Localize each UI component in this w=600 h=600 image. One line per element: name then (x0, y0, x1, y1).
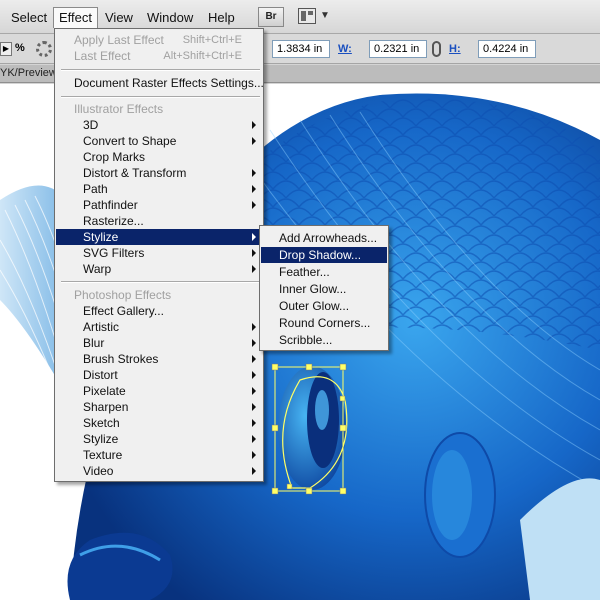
menu-item-label: Pathfinder (83, 198, 138, 212)
menu-window[interactable]: Window (142, 7, 198, 28)
apply-last-effect-label: Apply Last Effect (74, 33, 164, 47)
photoshop-effects-header: Photoshop Effects (74, 288, 172, 302)
effect-menu: Apply Last Effect Shift+Ctrl+E Last Effe… (54, 28, 264, 482)
menu-item-stylize[interactable]: Stylize (56, 229, 262, 245)
menu-item-distort[interactable]: Distort (56, 367, 262, 383)
menu-separator (61, 69, 260, 71)
menu-item-convert-to-shape[interactable]: Convert to Shape (56, 133, 262, 149)
menu-effect[interactable]: Effect (53, 7, 99, 28)
menu-item-label: Artistic (83, 320, 119, 334)
menu-item-distort-transform[interactable]: Distort & Transform (56, 165, 262, 181)
w-label[interactable]: W: (338, 43, 352, 55)
submenu-arrow-icon (252, 435, 256, 443)
stylize-submenu: Add Arrowheads... Drop Shadow... Feather… (259, 225, 389, 351)
last-effect-shortcut: Alt+Shift+Ctrl+E (163, 50, 242, 62)
menu-item-crop-marks[interactable]: Crop Marks (56, 149, 262, 165)
menu-item-texture[interactable]: Texture (56, 447, 262, 463)
menu-item-pixelate[interactable]: Pixelate (56, 383, 262, 399)
submenu-arrow-icon (252, 265, 256, 273)
menu-item-3d[interactable]: 3D (56, 117, 262, 133)
menu-item-sharpen[interactable]: Sharpen (56, 399, 262, 415)
submenu-arrow-icon (252, 451, 256, 459)
submenu-arrow-icon (252, 467, 256, 475)
menu-item-label: Effect Gallery... (83, 304, 164, 318)
menu-view[interactable]: View (100, 7, 138, 28)
apply-last-effect-shortcut: Shift+Ctrl+E (182, 34, 242, 46)
menu-item-label: Crop Marks (83, 150, 146, 164)
submenu-arrow-icon (252, 121, 256, 129)
submenu-arrow-icon (252, 387, 256, 395)
link-icon[interactable] (432, 41, 441, 57)
menu-item-blur[interactable]: Blur (56, 335, 262, 351)
h-field[interactable]: 0.4224 in (478, 40, 536, 58)
menu-item-label: Rasterize... (83, 214, 144, 228)
menu-separator (61, 96, 260, 98)
menu-item-label: Path (83, 182, 108, 196)
submenu-item-drop-shadow[interactable]: Drop Shadow... (261, 247, 387, 263)
menu-item-label: Blur (83, 336, 105, 350)
submenu-item-feather[interactable]: Feather... (261, 264, 387, 280)
last-effect[interactable]: Last Effect Alt+Shift+Ctrl+E (56, 48, 262, 64)
submenu-arrow-icon (252, 403, 256, 411)
w-field[interactable]: 0.2321 in (369, 40, 427, 58)
menu-item-label: Convert to Shape (83, 134, 177, 148)
submenu-arrow-icon (252, 339, 256, 347)
submenu-arrow-icon (252, 137, 256, 145)
menu-item-label: Pixelate (83, 384, 126, 398)
submenu-arrow-icon (252, 355, 256, 363)
submenu-arrow-icon (252, 249, 256, 257)
menu-item-pathfinder[interactable]: Pathfinder (56, 197, 262, 213)
menu-item-rasterize[interactable]: Rasterize... (56, 213, 262, 229)
menu-item-label: Stylize (83, 432, 119, 446)
stepper-arrow-icon[interactable]: ▶ (0, 42, 12, 56)
submenu-arrow-icon (252, 169, 256, 177)
menu-item-svg-filters[interactable]: SVG Filters (56, 245, 262, 261)
submenu-arrow-icon (252, 201, 256, 209)
menu-item-label: Brush Strokes (83, 352, 159, 366)
menu-item-label: Sketch (83, 416, 120, 430)
opacity-percent: % (15, 42, 25, 54)
chevron-down-icon[interactable]: ▼ (320, 10, 330, 21)
menu-item-warp[interactable]: Warp (56, 261, 262, 277)
menu-select[interactable]: Select (6, 7, 52, 28)
submenu-arrow-icon (252, 419, 256, 427)
h-label[interactable]: H: (449, 43, 461, 55)
bridge-button[interactable]: Br (258, 7, 284, 27)
submenu-item-round-corners[interactable]: Round Corners... (261, 315, 387, 331)
submenu-arrow-icon (252, 233, 256, 241)
submenu-item-outer-glow[interactable]: Outer Glow... (261, 298, 387, 314)
document-tab-label: YK/Preview (0, 67, 57, 79)
menu-item-label: Texture (83, 448, 123, 462)
document-raster-effects-settings[interactable]: Document Raster Effects Settings... (56, 75, 264, 91)
menu-item-sketch[interactable]: Sketch (56, 415, 262, 431)
menu-item-artistic[interactable]: Artistic (56, 319, 262, 335)
menu-item-effect-gallery[interactable]: Effect Gallery... (56, 303, 262, 319)
menu-item-label: Distort (83, 368, 118, 382)
submenu-item-inner-glow[interactable]: Inner Glow... (261, 281, 387, 297)
menu-item-label: Sharpen (83, 400, 129, 414)
menu-item-path[interactable]: Path (56, 181, 262, 197)
apply-last-effect[interactable]: Apply Last Effect Shift+Ctrl+E (56, 32, 262, 48)
settings-gear-icon[interactable] (36, 41, 52, 57)
arrange-documents-icon[interactable] (298, 8, 316, 24)
menu-item-label: Warp (83, 262, 112, 276)
last-effect-label: Last Effect (74, 49, 131, 63)
menu-separator (61, 281, 260, 283)
submenu-arrow-icon (252, 185, 256, 193)
submenu-item-add-arrowheads[interactable]: Add Arrowheads... (261, 230, 387, 246)
menu-item-brush-strokes[interactable]: Brush Strokes (56, 351, 262, 367)
submenu-arrow-icon (252, 371, 256, 379)
menu-item-stylize-photoshop[interactable]: Stylize (56, 431, 262, 447)
submenu-item-scribble[interactable]: Scribble... (261, 332, 387, 348)
y-field[interactable]: 1.3834 in (272, 40, 330, 58)
menu-item-label: SVG Filters (83, 246, 145, 260)
submenu-arrow-icon (252, 323, 256, 331)
menu-item-label: Video (83, 464, 114, 478)
menu-item-video[interactable]: Video (56, 463, 262, 479)
menu-item-label: 3D (83, 118, 99, 132)
illustrator-effects-header: Illustrator Effects (74, 102, 164, 116)
menu-item-label: Stylize (83, 230, 119, 244)
menu-item-label: Distort & Transform (83, 166, 187, 180)
menu-help[interactable]: Help (203, 7, 240, 28)
